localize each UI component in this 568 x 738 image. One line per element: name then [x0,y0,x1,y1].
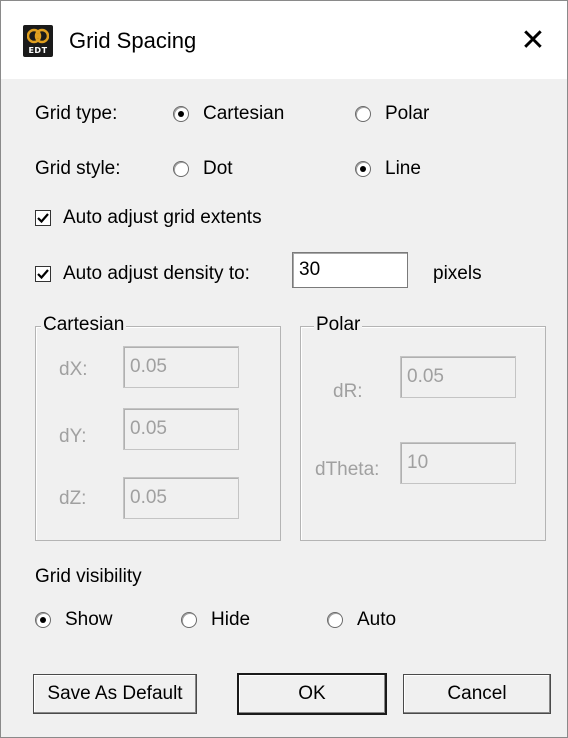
cancel-button[interactable]: Cancel [403,674,551,714]
close-icon: ✕ [520,22,546,58]
radio-auto[interactable]: Auto [327,609,396,631]
dx-label: dX: [59,359,88,380]
radio-auto-indicator[interactable] [327,612,343,628]
radio-line[interactable]: Line [355,158,421,180]
grid-style-label: Grid style: [35,158,121,179]
auto-density-label: Auto adjust density to: [63,263,250,284]
grid-type-label: Grid type: [35,103,118,124]
radio-line-indicator[interactable] [355,161,371,177]
auto-extents-checkmark[interactable] [35,210,51,226]
radio-show-indicator[interactable] [35,612,51,628]
grid-visibility-label: Grid visibility [35,566,142,587]
dz-label: dZ: [59,488,87,509]
auto-density-checkmark[interactable] [35,266,51,282]
radio-dot[interactable]: Dot [173,158,233,180]
radio-hide[interactable]: Hide [181,609,250,631]
app-icon-text: EDT [28,46,48,55]
auto-density-checkbox[interactable]: Auto adjust density to: [35,263,250,285]
dr-input[interactable] [400,356,516,398]
radio-cartesian-indicator[interactable] [173,106,189,122]
dr-label: dR: [333,381,363,402]
radio-line-label: Line [385,158,421,179]
dz-input[interactable] [123,477,239,519]
radio-polar-label: Polar [385,103,430,124]
window-title: Grid Spacing [69,28,197,53]
edt-app-icon: EDT [23,25,53,57]
polar-group-title: Polar [314,314,363,336]
radio-cartesian[interactable]: Cartesian [173,103,284,125]
radio-hide-label: Hide [211,609,251,630]
cartesian-group-title: Cartesian [41,314,127,336]
radio-cartesian-label: Cartesian [203,103,285,124]
dtheta-input[interactable] [400,442,516,484]
radio-show-label: Show [65,609,113,630]
density-input[interactable] [292,252,408,288]
title-bar: EDT Grid Spacing ✕ [1,1,567,79]
radio-auto-label: Auto [357,609,397,630]
radio-polar[interactable]: Polar [355,103,429,125]
radio-show[interactable]: Show [35,609,113,631]
radio-polar-indicator[interactable] [355,106,371,122]
ok-button[interactable]: OK [237,673,387,715]
radio-dot-label: Dot [203,158,233,179]
radio-dot-indicator[interactable] [173,161,189,177]
density-unit-label: pixels [433,263,482,284]
save-as-default-button[interactable]: Save As Default [33,674,197,714]
close-button[interactable]: ✕ [499,1,567,79]
dx-input[interactable] [123,346,239,388]
radio-hide-indicator[interactable] [181,612,197,628]
dy-input[interactable] [123,408,239,450]
dy-label: dY: [59,426,87,447]
auto-extents-checkbox[interactable]: Auto adjust grid extents [35,207,262,229]
grid-spacing-dialog: EDT Grid Spacing ✕ Grid type: Cartesian … [0,0,568,738]
dtheta-label: dTheta: [315,459,380,480]
auto-extents-label: Auto adjust grid extents [63,207,262,228]
